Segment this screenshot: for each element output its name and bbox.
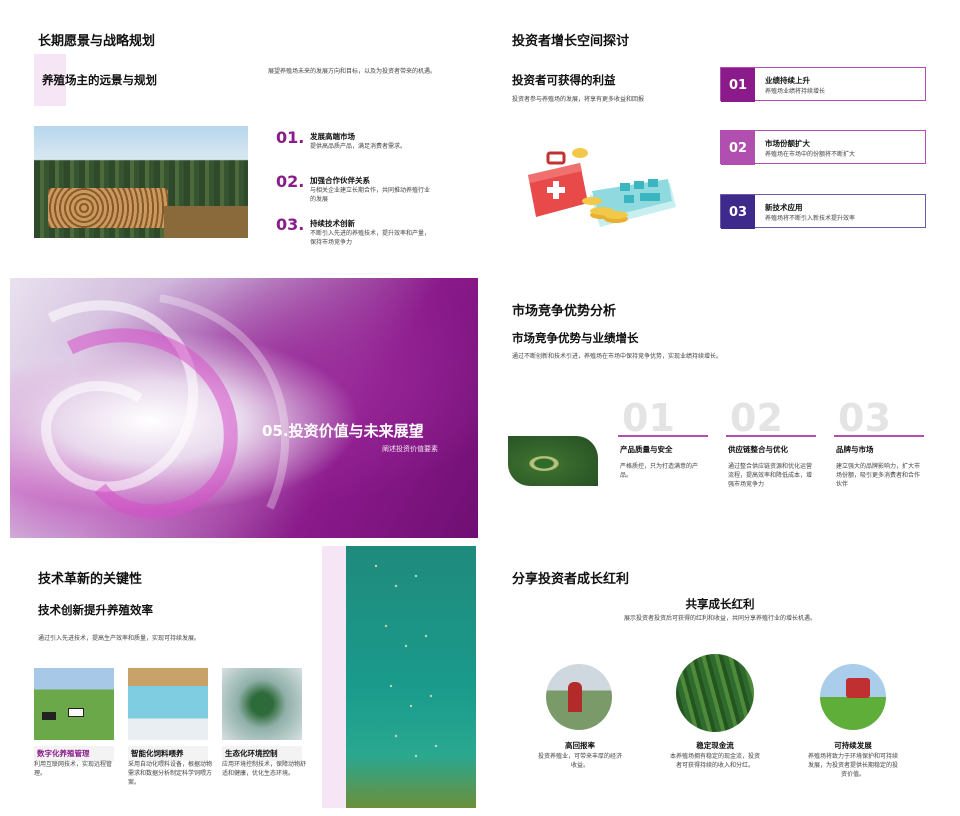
- benefit-card: 02 市场份额扩大 养殖场在市场中的份额将不断扩大: [720, 130, 926, 165]
- pine-forest-image: [676, 654, 754, 732]
- item-heading: 品牌与市场: [836, 445, 874, 454]
- list-item: 03.: [276, 215, 304, 234]
- card-body: 养殖场在市场中的份额将不断扩大: [765, 151, 856, 158]
- section-subtitle: 阐述投资价值要素: [382, 445, 438, 453]
- list-item: 02.: [276, 172, 304, 191]
- benefit-card: 01 业绩持续上升 养殖场业绩将持续增长: [720, 67, 926, 102]
- slide-subtitle: 养殖场主的远景与规划: [42, 73, 157, 87]
- item-big-number: 01: [622, 396, 675, 440]
- item-heading: 数字化养殖管理: [34, 746, 114, 761]
- item-number: 03.: [276, 215, 305, 234]
- item-heading: 产品质量与安全: [620, 445, 673, 454]
- slide-title: 长期愿景与战略规划: [38, 34, 156, 49]
- slide-investor-growth[interactable]: 投资者增长空间探讨 投资者可获得的利益 投资者参与养殖场的发展，将享有更多收益和…: [480, 0, 960, 272]
- abstract-wave-shape: [41, 294, 290, 519]
- farmer-image: [546, 664, 612, 730]
- item-body: 应用环境控制技术，保障动物舒适和健康，优化生态环境。: [222, 761, 307, 777]
- farmer-figure: [568, 682, 582, 712]
- fish-farm-pattern: [374, 564, 438, 758]
- list-item: 01.: [276, 128, 304, 147]
- divider: [726, 435, 816, 437]
- item-body: 养殖场将致力于环境保护和可持续发展，为投资者提供长期稳定的投资价值。: [808, 753, 899, 778]
- bus-meadow-image: [820, 664, 886, 730]
- item-body: 与相关企业建立长期合作，共同推动养殖行业的发展: [310, 187, 431, 203]
- card-body: 养殖场业绩将持续增长: [765, 88, 826, 95]
- item-body: 严格质控，只为打造满意的产品。: [620, 463, 699, 479]
- item-big-number: 02: [730, 396, 783, 440]
- item-body: 投资养殖业，可带来丰厚的经济收益。: [537, 753, 622, 769]
- finance-illustration: [520, 145, 680, 245]
- card-number: 01: [721, 68, 755, 102]
- plants-image: [222, 668, 302, 740]
- slide-title: 市场竞争优势分析: [512, 304, 617, 319]
- medkit-calculator-icon: [528, 148, 676, 227]
- item-body: 利用互联网技术，实现远程管理。: [34, 761, 113, 777]
- slide-tech-innovation[interactable]: 技术革新的关键性 技术创新提升养殖效率 通过引入先进技术，提高生产效率和质量，实…: [0, 544, 480, 816]
- slide-title: 投资者增长空间探讨: [512, 34, 630, 49]
- slide-description: 通过不断创新和技术引进，养殖场在市场中保持竞争优势，实现业绩持续增长。: [512, 353, 723, 360]
- divider: [618, 435, 708, 437]
- abstract-purple-background: [10, 278, 478, 538]
- aerial-sea-image: [346, 546, 476, 808]
- pools-image: [128, 668, 208, 740]
- cow: [42, 712, 56, 720]
- section-title: 05.投资价值与未来展望: [262, 422, 424, 440]
- slide-subtitle: 投资者可获得的利益: [512, 73, 616, 87]
- item-heading: 智能化饲料喂养: [128, 746, 208, 761]
- card-number: 03: [721, 195, 755, 229]
- item-heading: 生态化环境控制: [222, 746, 302, 761]
- forest-logs-image: [34, 126, 248, 238]
- benefit-card: 03 新技术应用 养殖场将不断引入新技术提升效率: [720, 194, 926, 229]
- slide-share-dividends[interactable]: 分享投资者成长红利 共享成长红利 展示投资者投资后可获得的红利和收益，共同分享养…: [480, 544, 960, 816]
- item-heading: 高回报率: [565, 741, 595, 750]
- card-body: 养殖场将不断引入新技术提升效率: [765, 215, 856, 222]
- card-heading: 市场份额扩大: [765, 139, 810, 148]
- item-body: 采用自动化喂料设备，根据动物需求和数据分析制定科学饲喂方案。: [128, 761, 213, 786]
- item-heading: 发展高端市场: [310, 132, 355, 141]
- ground: [164, 206, 248, 238]
- item-big-number: 03: [838, 396, 891, 440]
- slide-section-cover[interactable]: 05.投资价值与未来展望 阐述投资价值要素: [0, 272, 480, 544]
- slide-description: 通过引入先进技术，提高生产效率和质量，实现可持续发展。: [38, 635, 201, 642]
- item-body: 建立强大的品牌影响力，扩大市场份额，吸引更多消费者和合作伙伴: [836, 463, 921, 488]
- slide-description: 展望养殖场未来的发展方向和目标，以及为投资者带来的机遇。: [268, 68, 437, 75]
- slide-title: 技术革新的关键性: [38, 572, 143, 587]
- logs-pile: [48, 188, 168, 228]
- item-number: 02.: [276, 172, 305, 191]
- item-number: 01.: [276, 128, 305, 147]
- slide-market-advantage[interactable]: 市场竞争优势分析 市场竞争优势与业绩增长 通过不断创新和技术引进，养殖场在市场中…: [480, 272, 960, 544]
- card-heading: 业绩持续上升: [765, 76, 810, 85]
- cows-pasture-image: [34, 668, 114, 740]
- divider: [834, 435, 924, 437]
- bus: [846, 678, 870, 698]
- item-body: 不断引入先进的养殖技术，提升效率和产量，保持市场竞争力: [310, 230, 431, 246]
- slide-long-term-vision[interactable]: 长期愿景与战略规划 养殖场主的远景与规划 展望养殖场未来的发展方向和目标，以及为…: [0, 0, 480, 272]
- slide-subtitle: 技术创新提升养殖效率: [38, 603, 153, 617]
- item-body: 提供高品质产品，满足消费者需求。: [310, 143, 407, 150]
- item-heading: 加强合作伙伴关系: [310, 176, 370, 185]
- card-number: 02: [721, 131, 755, 165]
- item-heading: 供应链整合与优化: [728, 445, 788, 454]
- item-heading: 可持续发展: [834, 741, 872, 750]
- slide-description: 展示投资者投资后可获得的红利和收益，共同分享养殖行业的增长机遇。: [623, 615, 816, 622]
- cow: [68, 708, 84, 717]
- aerial-forest-image: [508, 436, 598, 486]
- slide-title: 分享投资者成长红利: [512, 572, 630, 587]
- item-body: 本养殖场拥有稳定的现金流，投资者可获得持续的收入和分红。: [670, 753, 761, 769]
- slide-description: 投资者参与养殖场的发展，将享有更多收益和回报: [512, 96, 645, 103]
- item-heading: 稳定现金流: [696, 741, 734, 750]
- slide-subtitle: 市场竞争优势与业绩增长: [512, 331, 639, 345]
- card-heading: 新技术应用: [765, 203, 803, 212]
- item-body: 通过整合供应链资源和优化运营流程，提高效率和降低成本，增强市场竞争力: [728, 463, 813, 488]
- slide-subtitle: 共享成长红利: [685, 597, 755, 611]
- item-heading: 持续技术创新: [310, 219, 355, 228]
